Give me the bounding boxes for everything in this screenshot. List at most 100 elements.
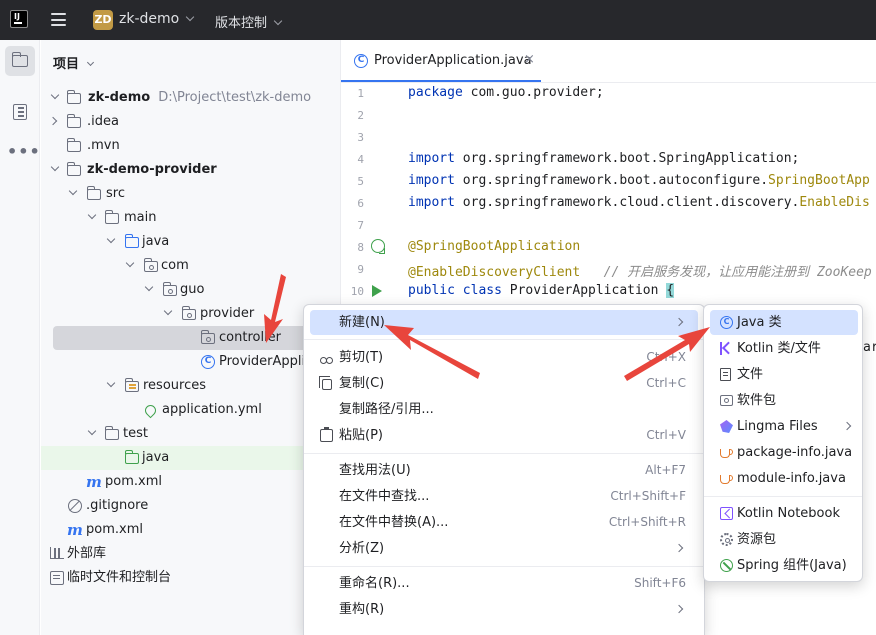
chevron-right-icon xyxy=(674,604,684,614)
code-line[interactable]: package com.guo.provider; xyxy=(408,85,604,100)
tree-node-provider-application[interactable]: C ProviderApplic xyxy=(41,350,340,374)
intellij-logo-icon[interactable]: IJ xyxy=(10,10,28,28)
tree-node-resources[interactable]: resources xyxy=(41,374,340,398)
chevron-right-icon xyxy=(674,317,684,327)
expand-arrow-icon[interactable] xyxy=(106,234,116,244)
code-line[interactable]: import org.springframework.cloud.client.… xyxy=(408,195,870,210)
expand-arrow-icon[interactable] xyxy=(50,90,60,100)
tree-node-scratches[interactable]: 临时文件和控制台 xyxy=(41,566,340,590)
vcs-menu[interactable]: 版本控制 xyxy=(215,12,283,31)
maven-icon: m xyxy=(86,473,102,491)
run-icon[interactable] xyxy=(372,285,382,297)
tree-node-java-test[interactable]: java xyxy=(41,446,340,470)
code-fragment: ar xyxy=(863,340,876,355)
source-folder-icon xyxy=(124,234,139,248)
module-folder-icon xyxy=(66,162,81,176)
spring-bean-icon[interactable] xyxy=(371,239,385,254)
expand-arrow-icon[interactable] xyxy=(87,426,97,436)
tree-node-provider[interactable]: provider xyxy=(41,302,340,326)
menu-item-analyze[interactable]: 分析(Z) xyxy=(310,536,698,561)
java-cup-icon xyxy=(720,449,733,458)
tab-provider-application[interactable]: C ProviderApplication.java × xyxy=(341,40,541,82)
tree-node-src[interactable]: src xyxy=(41,182,340,206)
tree-node-pom-root[interactable]: m pom.xml xyxy=(41,518,340,542)
folder-icon xyxy=(86,186,101,200)
expand-arrow-icon[interactable] xyxy=(106,378,116,388)
tree-node-external-libraries[interactable]: 外部库 xyxy=(41,542,340,566)
file-icon xyxy=(720,368,731,381)
tree-node-java-source[interactable]: java xyxy=(41,230,340,254)
expand-arrow-icon[interactable] xyxy=(87,210,97,220)
tree-node-controller[interactable]: controller xyxy=(53,326,340,350)
tree-label: src xyxy=(106,186,125,201)
code-line[interactable]: import org.springframework.boot.SpringAp… xyxy=(408,151,799,166)
expand-arrow-icon[interactable] xyxy=(163,306,173,316)
code-line[interactable]: public class ProviderApplication { xyxy=(408,283,675,298)
spring-icon xyxy=(720,559,733,572)
submenu-item-file[interactable]: 文件 xyxy=(710,362,858,387)
tree-node-zk-demo[interactable]: zk-demo D:\Project\test\zk-demo xyxy=(41,86,340,110)
line-number: 3 xyxy=(357,131,364,144)
tree-label: test xyxy=(123,426,148,441)
more-tools-button[interactable]: ••• xyxy=(5,137,40,167)
menu-item-paste[interactable]: 粘贴(P) Ctrl+V xyxy=(310,423,698,448)
tree-node-com[interactable]: com xyxy=(41,254,340,278)
code-line[interactable]: @EnableDiscoveryClient // 开启服务发现，让应用能注册到… xyxy=(408,261,872,280)
tree-node-gitignore[interactable]: .gitignore xyxy=(41,494,340,518)
line-number: 8 xyxy=(357,241,364,254)
submenu-item-package-info[interactable]: package-info.java xyxy=(710,440,858,465)
tree-node-application-yml[interactable]: application.yml xyxy=(41,398,340,422)
close-icon[interactable]: × xyxy=(524,52,535,67)
new-submenu: C Java 类 Kotlin 类/文件 文件 软件包 Lingma Files… xyxy=(703,304,863,582)
submenu-item-resource-bundle[interactable]: 资源包 xyxy=(710,527,858,552)
menu-item-find-usages[interactable]: 查找用法(U) Alt+F7 xyxy=(310,458,698,483)
menu-item-find-in-files[interactable]: 在文件中查找... Ctrl+Shift+F xyxy=(310,484,698,509)
menu-item-refactor[interactable]: 重构(R) xyxy=(310,597,698,622)
menu-item-cut[interactable]: 剪切(T) Ctrl+X xyxy=(310,345,698,370)
project-panel-title[interactable]: 项目 xyxy=(53,53,95,72)
submenu-item-kotlin-notebook[interactable]: Kotlin Notebook xyxy=(710,501,858,526)
submenu-item-module-info[interactable]: module-info.java xyxy=(710,466,858,491)
kotlin-icon xyxy=(720,342,730,355)
test-folder-icon xyxy=(124,450,139,464)
project-badge[interactable]: ZD xyxy=(93,10,113,30)
tree-node-test[interactable]: test xyxy=(41,422,340,446)
project-switcher[interactable]: zk-demo xyxy=(119,11,195,27)
tree-label: zk-demo xyxy=(88,90,151,105)
tree-node-pom-module[interactable]: m pom.xml xyxy=(41,470,340,494)
menu-separator xyxy=(304,339,704,340)
project-tool-button[interactable] xyxy=(5,46,35,76)
expand-arrow-icon[interactable] xyxy=(68,186,78,196)
chevron-right-icon xyxy=(674,543,684,553)
main-menu-icon[interactable] xyxy=(51,13,66,26)
tree-node-mvn[interactable]: .mvn xyxy=(41,134,340,158)
submenu-item-package[interactable]: 软件包 xyxy=(710,388,858,413)
submenu-item-lingma-files[interactable]: Lingma Files xyxy=(710,414,858,439)
structure-tool-button[interactable] xyxy=(5,97,35,127)
code-line[interactable]: import org.springframework.boot.autoconf… xyxy=(408,173,870,188)
tree-node-zk-demo-provider[interactable]: zk-demo-provider xyxy=(41,158,340,182)
tree-label: 外部库 xyxy=(67,546,107,561)
collapse-arrow-icon[interactable] xyxy=(48,116,58,126)
expand-arrow-icon[interactable] xyxy=(144,282,154,292)
lingma-icon xyxy=(720,420,733,433)
tree-node-guo[interactable]: guo xyxy=(41,278,340,302)
module-folder-icon xyxy=(66,90,81,104)
menu-item-replace-in-files[interactable]: 在文件中替换(A)... Ctrl+Shift+R xyxy=(310,510,698,535)
menu-item-copy[interactable]: 复制(C) Ctrl+C xyxy=(310,371,698,396)
submenu-item-spring-component[interactable]: Spring 组件(Java) xyxy=(710,553,858,578)
submenu-item-kotlin[interactable]: Kotlin 类/文件 xyxy=(710,336,858,361)
package-icon xyxy=(720,395,733,406)
tree-node-idea[interactable]: .idea xyxy=(41,110,340,134)
code-line[interactable]: @SpringBootApplication xyxy=(408,239,580,254)
folder-icon xyxy=(66,138,81,152)
menu-item-rename[interactable]: 重命名(R)... Shift+F6 xyxy=(310,571,698,596)
menu-item-copy-path[interactable]: 复制路径/引用... xyxy=(310,397,698,422)
tree-node-main[interactable]: main xyxy=(41,206,340,230)
tree-label: com xyxy=(161,258,189,273)
submenu-item-java-class[interactable]: C Java 类 xyxy=(710,310,858,335)
menu-item-new[interactable]: 新建(N) xyxy=(310,310,698,335)
expand-arrow-icon[interactable] xyxy=(125,258,135,268)
ignored-file-icon xyxy=(68,499,82,513)
expand-arrow-icon[interactable] xyxy=(50,162,60,172)
